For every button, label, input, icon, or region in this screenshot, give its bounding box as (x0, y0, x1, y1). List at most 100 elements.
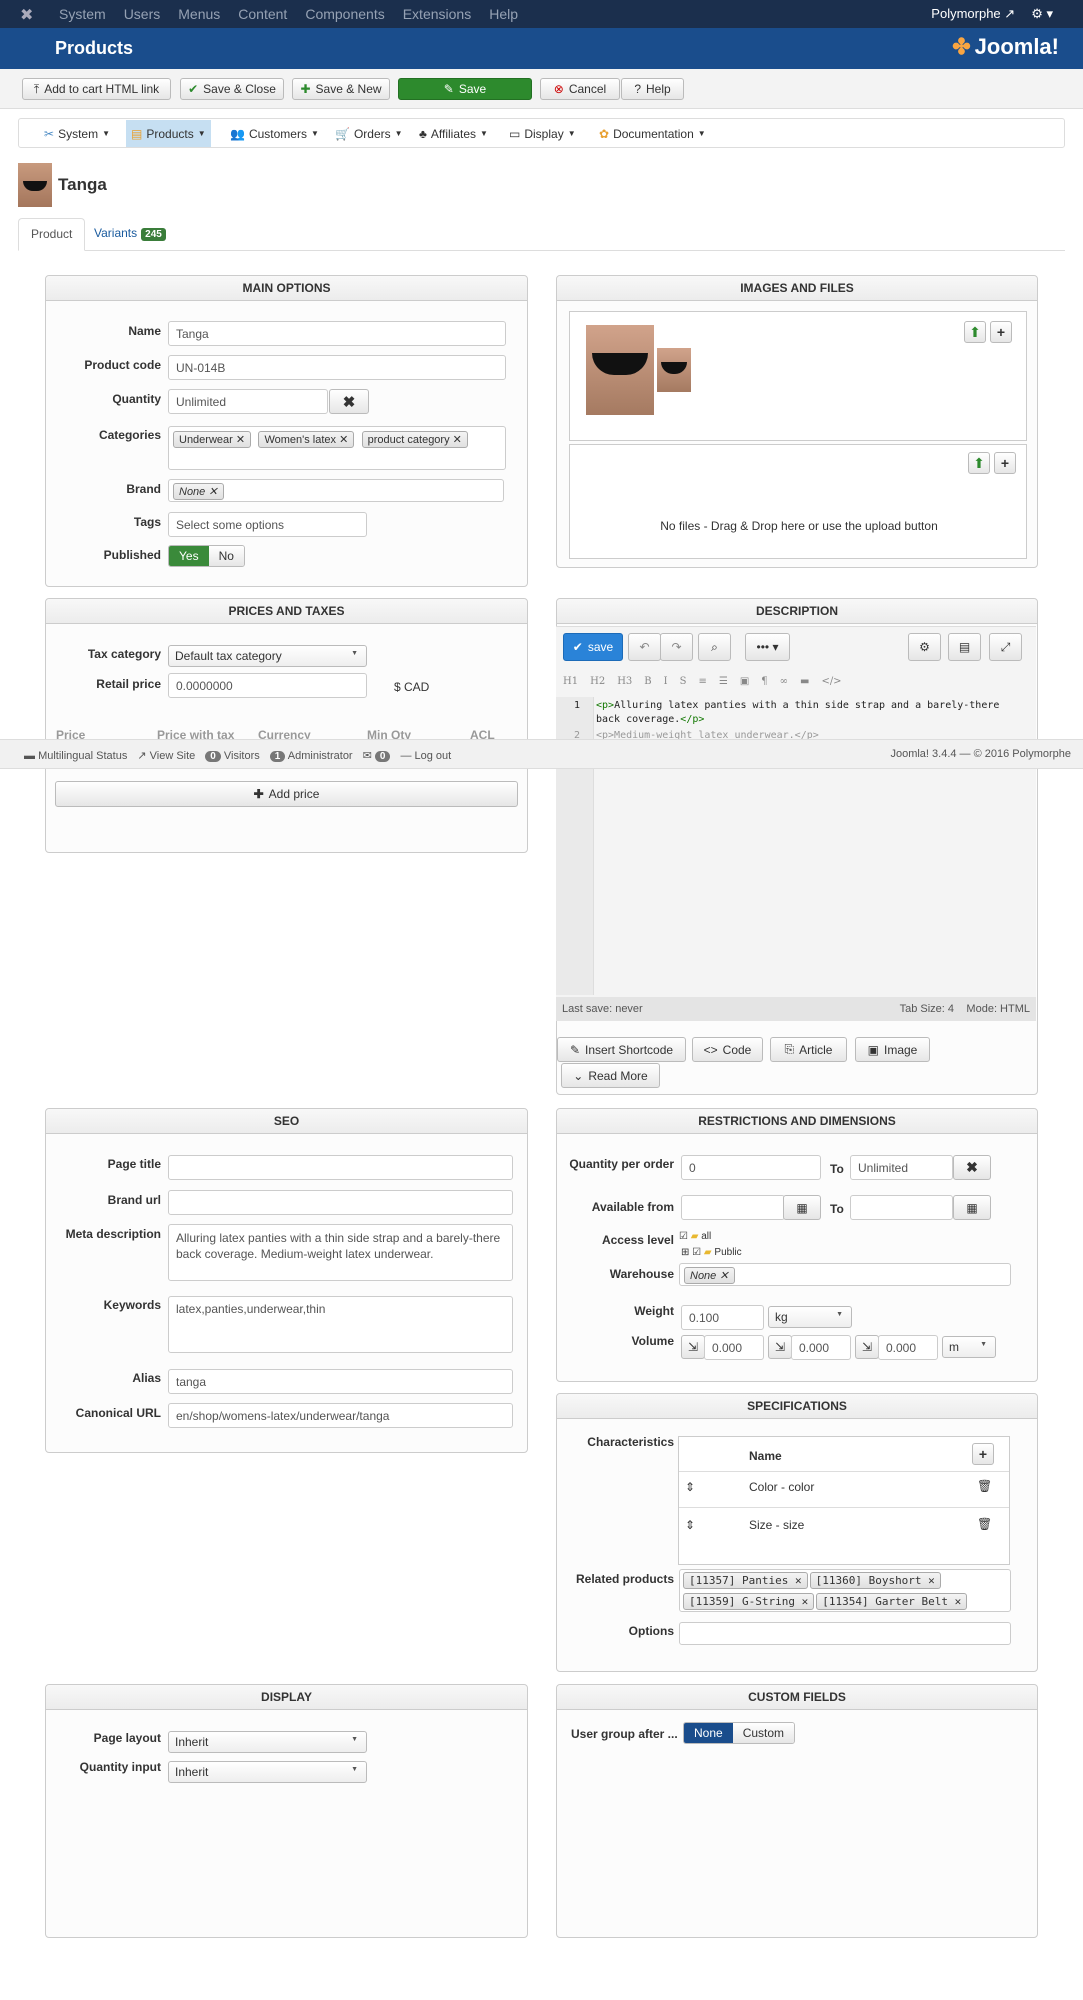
image-icon[interactable]: ▣ (740, 676, 749, 687)
nav-orders[interactable]: 🛒 Orders ▼ (335, 120, 403, 147)
page-title-input[interactable] (168, 1155, 513, 1180)
add-icon[interactable]: + (990, 321, 1012, 343)
menu-content[interactable]: Content (238, 6, 287, 22)
add-price-button[interactable]: ✚ Add price (55, 781, 518, 807)
hr-icon[interactable]: ▬ (800, 676, 809, 687)
expand-icon[interactable]: ⊞ (681, 1247, 689, 1258)
paragraph-icon[interactable]: ¶ (761, 676, 767, 687)
save-new-button[interactable]: ✚ Save & New (292, 78, 390, 100)
product-image[interactable] (657, 348, 691, 392)
editor-content[interactable]: 1 <p>Alluring latex panties with a thin s… (574, 699, 1020, 743)
tax-category-select[interactable]: Default tax category (168, 645, 367, 667)
published-yes[interactable]: Yes (169, 546, 209, 566)
nav-system[interactable]: ✂ System ▼ (44, 120, 110, 147)
logout-link[interactable]: — Log out (400, 750, 451, 762)
save-close-button[interactable]: ✔ Save & Close (180, 78, 284, 100)
retail-price-input[interactable]: 0.0000000 (168, 673, 367, 698)
nav-products[interactable]: ▤ Products ▼ (126, 120, 211, 147)
menu-system[interactable]: System (59, 6, 106, 22)
unlimited-clear-button[interactable]: ✖ (329, 389, 369, 414)
available-to-input[interactable] (850, 1195, 953, 1220)
menu-menus[interactable]: Menus (178, 6, 220, 22)
tab-product[interactable]: Product (18, 218, 86, 251)
code-editor[interactable]: ✔ save ↶ ↷ ⌕ ••• ▾ ⚙ ▤ ⤢ H1 H2 H3 B I S ≡ ☰ ▣ ¶ ∞ ▬ <… (556, 626, 1036, 1021)
fullscreen-button[interactable]: ⤢ (989, 633, 1022, 661)
related-products-field[interactable]: [11357] Panties ✕ [11360] Boyshort ✕ [1135… (679, 1569, 1011, 1612)
warehouse-field[interactable]: None ✕ (679, 1263, 1011, 1286)
checkbox-icon[interactable]: ☑ (692, 1247, 701, 1258)
list-icon[interactable]: ☰ (719, 676, 728, 687)
image-button[interactable]: ▣ Image (855, 1037, 930, 1062)
upload-icon[interactable]: ⬆ (964, 321, 986, 343)
help-button[interactable]: ? Help (621, 78, 684, 100)
weight-input[interactable]: 0.100 (681, 1305, 764, 1330)
trash-icon[interactable]: 🗑 (977, 1517, 992, 1531)
image-dropzone[interactable]: ⬆ + (569, 311, 1027, 441)
trash-icon[interactable]: 🗑 (977, 1479, 992, 1493)
meta-description-textarea[interactable]: Alluring latex panties with a thin side … (168, 1224, 513, 1281)
menu-help[interactable]: Help (489, 6, 518, 22)
drag-handle-icon[interactable]: ⇕ (685, 1518, 695, 1532)
joomla-icon[interactable]: ✖ (20, 5, 33, 25)
product-code-input[interactable]: UN-014B (168, 355, 506, 380)
options-input[interactable] (679, 1622, 1011, 1645)
h3-icon[interactable]: H3 (617, 676, 632, 687)
code-icon[interactable]: </> (821, 676, 841, 687)
user-group-none[interactable]: None (684, 1723, 733, 1743)
h1-icon[interactable]: H1 (563, 676, 578, 687)
gear-icon[interactable]: ⚙ ▾ (1031, 6, 1053, 22)
published-toggle[interactable]: Yes No (168, 545, 245, 567)
drag-handle-icon[interactable]: ⇕ (685, 1480, 695, 1494)
bold-icon[interactable]: B (644, 676, 651, 687)
site-link[interactable]: Polymorphe ↗ (931, 6, 1015, 22)
calendar-button[interactable]: ▦ (783, 1195, 821, 1220)
link-icon[interactable]: ∞ (780, 676, 788, 687)
page-layout-select[interactable]: Inherit (168, 1731, 367, 1753)
add-icon[interactable]: + (994, 452, 1016, 474)
product-image[interactable] (586, 325, 654, 415)
search-button[interactable]: ⌕ (698, 633, 731, 661)
add-characteristic-button[interactable]: + (972, 1443, 994, 1465)
canonical-url-input[interactable]: en/shop/womens-latex/underwear/tanga (168, 1403, 513, 1428)
nav-customers[interactable]: 👥 Customers ▼ (230, 120, 319, 147)
weight-unit-select[interactable]: kg (768, 1306, 852, 1328)
editor-save-button[interactable]: ✔ save (563, 633, 623, 661)
checkbox-icon[interactable]: ☑ (679, 1231, 688, 1242)
add-to-cart-html-button[interactable]: ⤒ Add to cart HTML link (22, 78, 171, 100)
quantity-input-select[interactable]: Inherit (168, 1761, 367, 1783)
view-site-link[interactable]: ↗ View Site (137, 749, 195, 762)
nav-display[interactable]: ▭ Display ▼ (509, 120, 576, 147)
menu-components[interactable]: Components (305, 6, 384, 22)
calendar-button[interactable]: ▦ (953, 1195, 991, 1220)
nav-affiliates[interactable]: ♣ Affiliates ▼ (419, 120, 488, 147)
volume-height-input[interactable]: 0.000 (878, 1335, 938, 1360)
cancel-button[interactable]: ⊗ Cancel (540, 78, 620, 100)
multilingual-status-link[interactable]: ▬ Multilingual Status (24, 750, 127, 762)
code-button[interactable]: <> Code (692, 1037, 763, 1062)
menu-extensions[interactable]: Extensions (403, 6, 471, 22)
tags-input[interactable]: Select some options (168, 512, 367, 537)
more-button[interactable]: ••• ▾ (745, 633, 790, 661)
quantity-to-input[interactable]: Unlimited (850, 1155, 953, 1180)
categories-field[interactable]: Underwear ✕ Women's latex ✕ product cate… (168, 426, 506, 470)
ordered-list-icon[interactable]: ≡ (698, 676, 706, 687)
published-no[interactable]: No (208, 546, 244, 566)
strike-icon[interactable]: S (680, 676, 687, 687)
brand-field[interactable]: None ✕ (168, 479, 504, 502)
file-dropzone[interactable]: ⬆ + No files - Drag & Drop here or use t… (569, 444, 1027, 559)
italic-icon[interactable]: I (664, 676, 668, 687)
access-tree[interactable]: ☑ ▰ all ⊞ ☑ ▰ Public (679, 1229, 742, 1261)
h2-icon[interactable]: H2 (590, 676, 605, 687)
user-group-toggle[interactable]: None Custom (683, 1722, 796, 1744)
upload-icon[interactable]: ⬆ (968, 452, 990, 474)
nav-documentation[interactable]: ✿ Documentation ▼ (599, 120, 706, 147)
available-from-input[interactable] (681, 1195, 785, 1220)
redo-button[interactable]: ↷ (660, 633, 693, 661)
tab-variants[interactable]: Variants 245 (82, 218, 178, 251)
volume-length-input[interactable]: 0.000 (704, 1335, 764, 1360)
messages-status[interactable]: ✉ 0 (363, 749, 391, 762)
menu-users[interactable]: Users (124, 6, 161, 22)
volume-width-input[interactable]: 0.000 (791, 1335, 851, 1360)
insert-shortcode-button[interactable]: ✎ Insert Shortcode (557, 1037, 686, 1062)
quantity-input[interactable]: Unlimited (168, 389, 328, 414)
